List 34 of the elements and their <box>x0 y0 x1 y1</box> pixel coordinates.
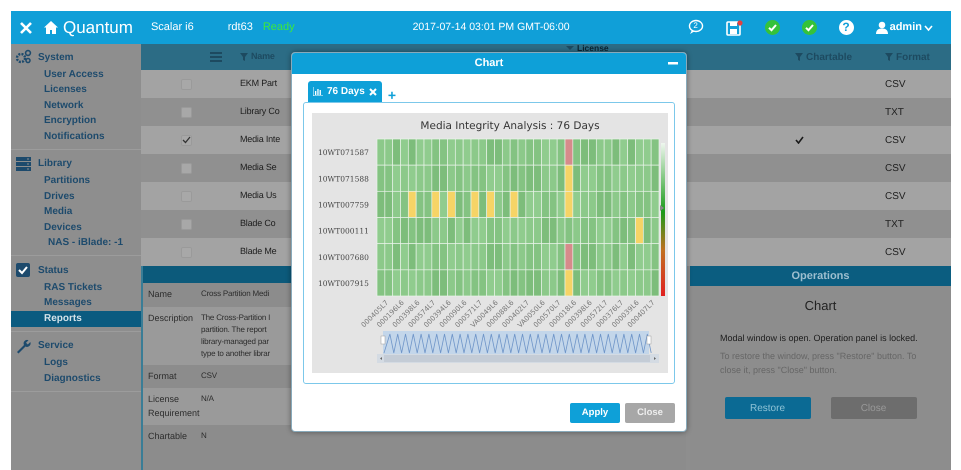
field-value: CSV <box>201 370 217 382</box>
table-cell: CSV <box>885 246 906 258</box>
field-value: N <box>201 430 207 442</box>
model-name: Scalar i6 <box>150 20 194 36</box>
table-cell: EKM Part <box>240 78 277 88</box>
field-value: Cross Partition Medi <box>201 288 270 300</box>
table-cell: Blade Co <box>240 218 276 228</box>
panel-subtitle: Chart <box>804 297 838 315</box>
field-label: License Requirement <box>147 393 201 420</box>
table-cell: Media Us <box>240 190 276 200</box>
table-cell: CSV <box>885 78 906 90</box>
table-cell: Media Se <box>240 162 276 172</box>
table-cell: TXT <box>885 106 904 118</box>
lock-notice: Modal window is open. Operation panel is locked. <box>719 332 919 345</box>
table-cell: Blade Me <box>240 246 276 256</box>
product-name: Quantum <box>63 16 133 39</box>
dialog-title: Chart <box>474 56 504 72</box>
table-cell: Library Co <box>240 106 280 116</box>
field-label: Chartable <box>147 430 188 443</box>
field-label: Name <box>147 288 174 301</box>
date-time: 2017-07-14 03:01 PM GMT-06:00 <box>412 20 570 35</box>
chart-title: Media Integrity Analysis : 76 Days <box>420 120 600 132</box>
table-cell: CSV <box>885 190 906 202</box>
host-name: rdt63 <box>228 20 253 36</box>
status-text: Ready <box>262 20 295 36</box>
field-label: Description <box>147 312 194 325</box>
table-cell: CSV <box>885 162 906 174</box>
table-cell: Media Inte <box>240 134 280 144</box>
field-value: The Cross-Partition I partition. The report library-managed par type to another librar <box>201 312 270 360</box>
field-label: Format <box>147 370 178 382</box>
table-cell: TXT <box>885 218 904 230</box>
table-cell: CSV <box>885 134 906 146</box>
field-value: N/A <box>201 393 214 405</box>
panel-title: Operations <box>690 266 951 286</box>
